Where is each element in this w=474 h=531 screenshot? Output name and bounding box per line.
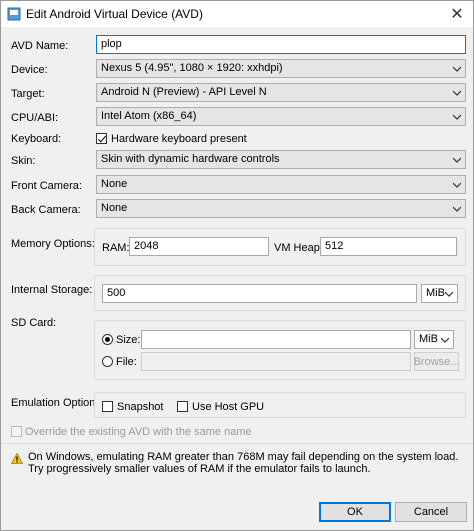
chevron-down-icon <box>445 291 453 297</box>
sd-size-input[interactable] <box>141 330 411 349</box>
device-value: Nexus 5 (4.95", 1080 × 1920: xxhdpi) <box>101 62 283 74</box>
host-gpu-label: Use Host GPU <box>192 401 265 413</box>
snapshot-label: Snapshot <box>117 401 164 413</box>
title-bar: Edit Android Virtual Device (AVD) ✕ <box>1 1 473 27</box>
ram-label: RAM: <box>102 242 130 254</box>
chevron-down-icon <box>453 157 461 163</box>
ok-button[interactable]: OK <box>319 502 391 522</box>
internal-storage-unit-value: MiB <box>426 287 445 299</box>
keyboard-checkbox-label: Hardware keyboard present <box>111 133 247 145</box>
internal-storage-unit-select[interactable]: MiB <box>421 284 458 303</box>
front-camera-select[interactable]: None <box>96 175 466 194</box>
chevron-down-icon <box>453 66 461 72</box>
separator <box>1 443 473 444</box>
app-icon <box>7 7 21 21</box>
sd-file-label: File: <box>116 356 137 368</box>
avd-name-input[interactable]: plop <box>96 35 466 54</box>
cpu-abi-value: Intel Atom (x86_64) <box>101 110 197 122</box>
vm-heap-label: VM Heap: <box>274 242 323 254</box>
front-camera-label: Front Camera: <box>11 180 82 192</box>
keyboard-checkbox[interactable] <box>96 133 107 144</box>
device-select[interactable]: Nexus 5 (4.95", 1080 × 1920: xxhdpi) <box>96 59 466 78</box>
target-label: Target: <box>11 88 45 100</box>
target-value: Android N (Preview) - API Level N <box>101 86 267 98</box>
emulation-options-label: Emulation Options: <box>11 397 104 409</box>
keyboard-label: Keyboard: <box>11 133 62 145</box>
sd-size-unit-value: MiB <box>419 333 438 345</box>
vm-heap-input[interactable]: 512 <box>320 237 457 256</box>
warning-text: On Windows, emulating RAM greater than 7… <box>28 451 459 475</box>
sd-size-radio[interactable] <box>102 334 113 345</box>
ram-input[interactable]: 2048 <box>129 237 269 256</box>
skin-value: Skin with dynamic hardware controls <box>101 153 280 165</box>
sd-file-radio[interactable] <box>102 356 113 367</box>
browse-button[interactable]: Browse... <box>414 352 459 371</box>
dialog-footer: OK Cancel <box>1 497 473 530</box>
skin-label: Skin: <box>11 155 36 167</box>
host-gpu-checkbox[interactable] <box>177 401 188 412</box>
internal-storage-input[interactable]: 500 <box>102 284 417 303</box>
back-camera-label: Back Camera: <box>11 204 81 216</box>
cancel-button[interactable]: Cancel <box>395 502 467 522</box>
window-title: Edit Android Virtual Device (AVD) <box>26 7 203 21</box>
warning-icon <box>11 453 23 464</box>
front-camera-value: None <box>101 178 128 190</box>
sd-card-group <box>94 320 466 380</box>
snapshot-checkbox[interactable] <box>102 401 113 412</box>
cpu-abi-select[interactable]: Intel Atom (x86_64) <box>96 107 466 126</box>
device-label: Device: <box>11 64 48 76</box>
target-select[interactable]: Android N (Preview) - API Level N <box>96 83 466 102</box>
back-camera-value: None <box>101 202 128 214</box>
override-label: Override the existing AVD with the same … <box>25 426 252 438</box>
sd-size-unit-select[interactable]: MiB <box>414 330 454 349</box>
sd-card-label: SD Card: <box>11 317 57 329</box>
chevron-down-icon <box>453 90 461 96</box>
chevron-down-icon <box>453 182 461 188</box>
avd-name-label: AVD Name: <box>11 40 69 52</box>
override-checkbox[interactable] <box>11 426 22 437</box>
memory-options-label: Memory Options: <box>11 238 95 250</box>
avd-dialog: Edit Android Virtual Device (AVD) ✕ AVD … <box>0 0 474 531</box>
chevron-down-icon <box>453 206 461 212</box>
internal-storage-label: Internal Storage: <box>11 284 93 296</box>
skin-select[interactable]: Skin with dynamic hardware controls <box>96 150 466 169</box>
back-camera-select[interactable]: None <box>96 199 466 218</box>
sd-size-label: Size: <box>116 334 141 346</box>
cpu-abi-label: CPU/ABI: <box>11 112 59 124</box>
chevron-down-icon <box>441 337 449 343</box>
chevron-down-icon <box>453 114 461 120</box>
close-icon[interactable]: ✕ <box>445 3 469 25</box>
sd-file-input[interactable] <box>141 352 411 371</box>
